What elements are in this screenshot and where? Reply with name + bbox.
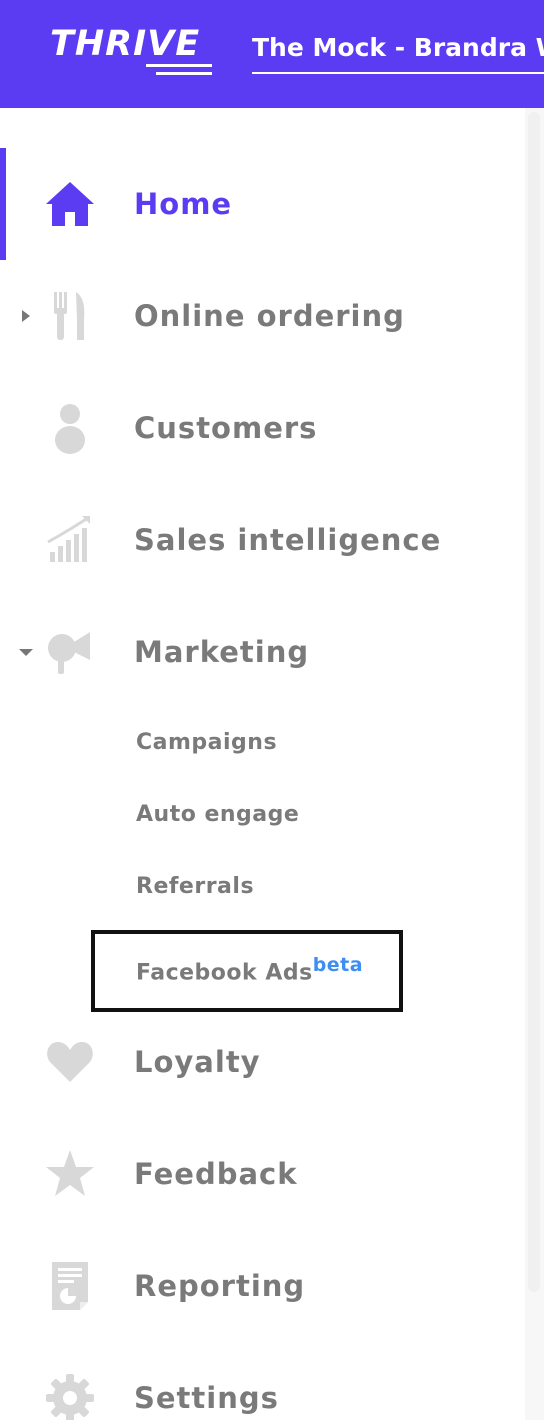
person-icon: [55, 404, 85, 454]
sidebar-item-label: Customers: [134, 411, 318, 445]
sidebar-item-label: Sales intelligence: [134, 523, 442, 557]
sidebar-item-home[interactable]: Home: [0, 148, 524, 260]
sidebar-item-loyalty[interactable]: Loyalty: [0, 1006, 524, 1118]
star-icon: [46, 1150, 94, 1196]
beta-badge: beta: [312, 954, 364, 976]
subitem-auto-engage[interactable]: Auto engage: [136, 802, 299, 827]
sidebar-item-label: Online ordering: [134, 299, 405, 333]
heart-icon: [47, 1042, 93, 1082]
thrive-logo[interactable]: THRIVE: [50, 22, 200, 66]
store-title[interactable]: The Mock - Brandra We: [252, 30, 544, 66]
caret-right-icon[interactable]: [18, 308, 34, 324]
sidebar-item-settings[interactable]: Settings: [0, 1342, 524, 1420]
sidebar-item-label: Loyalty: [134, 1045, 261, 1079]
sidebar-item-label: Home: [134, 187, 233, 221]
sidebar-item-sales-intelligence[interactable]: Sales intelligence: [0, 484, 524, 596]
subitem-referrals[interactable]: Referrals: [136, 874, 254, 899]
subitem-label: Facebook Ads: [136, 960, 313, 986]
bar-chart-icon: [47, 516, 90, 562]
sidebar-item-marketing[interactable]: Marketing: [0, 596, 524, 708]
scrollbar-thumb[interactable]: [528, 112, 540, 1292]
sidebar-item-label: Marketing: [134, 635, 310, 669]
sidebar-item-label: Settings: [134, 1381, 279, 1415]
subitem-campaigns[interactable]: Campaigns: [136, 730, 277, 755]
sidebar-nav: Home Online ordering Customers Sales int…: [0, 108, 524, 1420]
sidebar-item-customers[interactable]: Customers: [0, 372, 524, 484]
top-bar: THRIVE The Mock - Brandra We: [0, 0, 544, 108]
megaphone-icon: [48, 632, 90, 674]
home-icon: [46, 182, 94, 226]
gear-icon: [46, 1374, 94, 1420]
sidebar-item-reporting[interactable]: Reporting: [0, 1230, 524, 1342]
report-icon: [52, 1262, 88, 1310]
caret-down-icon[interactable]: [18, 644, 34, 660]
logo-underline-icon: [146, 64, 212, 75]
sidebar-item-online-ordering[interactable]: Online ordering: [0, 260, 524, 372]
sidebar-item-feedback[interactable]: Feedback: [0, 1118, 524, 1230]
sidebar-item-label: Reporting: [134, 1269, 306, 1303]
sidebar-item-label: Feedback: [134, 1157, 298, 1191]
subitem-facebook-ads[interactable]: Facebook Adsbeta: [136, 954, 363, 985]
store-title-underline: [252, 72, 544, 74]
fork-knife-icon: [54, 292, 85, 340]
